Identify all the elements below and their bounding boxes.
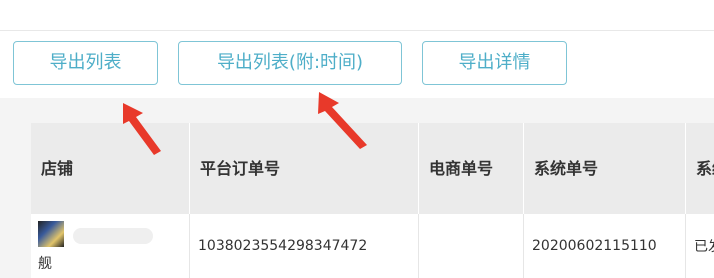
header-system-order: 系统单号 bbox=[523, 123, 686, 214]
shop-cell: 舰 bbox=[31, 214, 190, 278]
platform-order-cell: 1038023554298347472 bbox=[189, 214, 419, 278]
export-detail-button[interactable]: 导出详情 bbox=[422, 41, 567, 85]
system-order-cell: 20200602115110 bbox=[523, 214, 686, 278]
orders-table-container: 店铺 平台订单号 电商单号 系统单号 系统状态 复号 舰 10380235542… bbox=[31, 123, 714, 278]
blurred-shop-name bbox=[73, 228, 153, 244]
table-header-row: 店铺 平台订单号 电商单号 系统单号 系统状态 复号 bbox=[31, 123, 714, 214]
system-status-cell: 已发货 bbox=[685, 214, 714, 278]
export-list-button[interactable]: 导出列表 bbox=[13, 41, 158, 85]
top-panel bbox=[0, 0, 714, 31]
shop-thumbnail bbox=[38, 221, 64, 247]
orders-table: 店铺 平台订单号 电商单号 系统单号 系统状态 复号 舰 10380235542… bbox=[31, 123, 714, 278]
table-row[interactable]: 舰 1038023554298347472 20200602115110 已发货 bbox=[31, 214, 714, 278]
export-list-with-time-button[interactable]: 导出列表(附:时间) bbox=[178, 41, 402, 85]
ecommerce-order-cell bbox=[418, 214, 524, 278]
header-system-status: 系统状态 bbox=[685, 123, 714, 214]
header-ecommerce-order: 电商单号 bbox=[418, 123, 524, 214]
shop-name: 舰 bbox=[38, 256, 52, 272]
header-platform-order: 平台订单号 bbox=[189, 123, 419, 214]
header-shop: 店铺 bbox=[31, 123, 190, 214]
export-toolbar: 导出列表 导出列表(附:时间) 导出详情 bbox=[0, 31, 714, 98]
